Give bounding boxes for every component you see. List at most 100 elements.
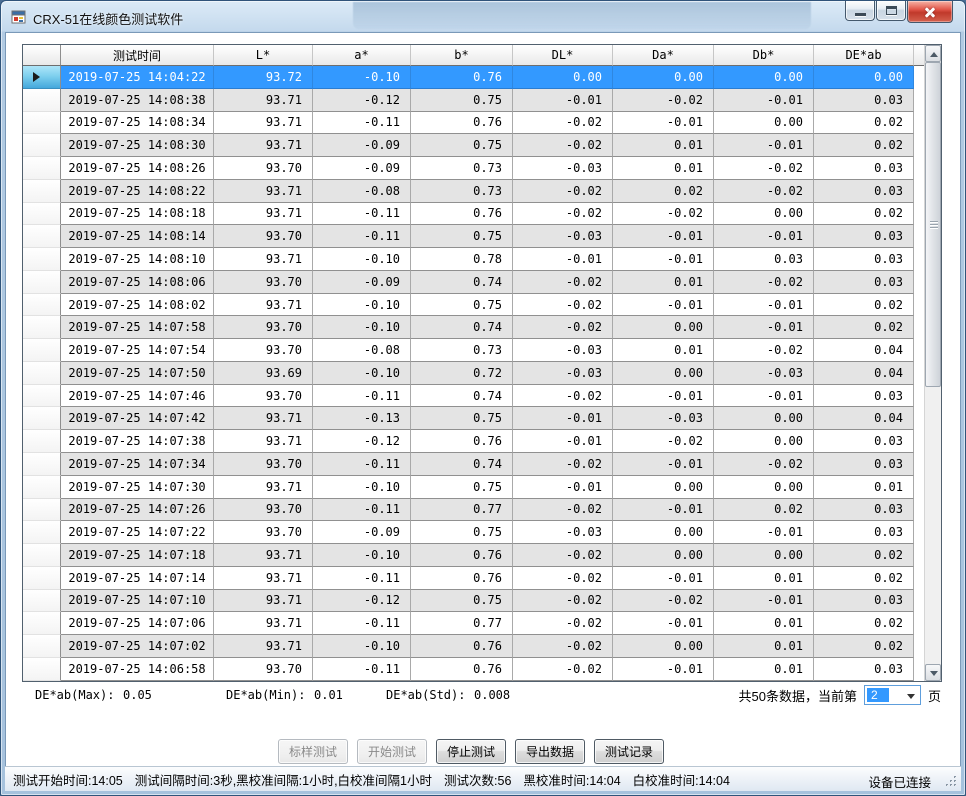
cell[interactable]: 0.77: [411, 612, 513, 635]
cell[interactable]: 93.71: [214, 89, 313, 112]
cell[interactable]: 0.00: [513, 66, 613, 89]
cell[interactable]: 2019-07-25 14:08:02: [61, 294, 214, 317]
row-selector[interactable]: [23, 430, 61, 453]
row-selector[interactable]: [23, 134, 61, 157]
cell[interactable]: 0.00: [714, 203, 814, 226]
minimize-icon[interactable]: [845, 1, 875, 21]
cell[interactable]: 93.70: [214, 499, 313, 522]
cell[interactable]: 0.03: [814, 248, 914, 271]
row-selector[interactable]: [23, 635, 61, 658]
cell[interactable]: 93.71: [214, 635, 313, 658]
cell[interactable]: 0.01: [613, 339, 714, 362]
cell[interactable]: -0.02: [513, 499, 613, 522]
cell[interactable]: 0.02: [814, 567, 914, 590]
cell[interactable]: -0.11: [313, 203, 411, 226]
cell[interactable]: -0.02: [513, 453, 613, 476]
row-selector[interactable]: [23, 521, 61, 544]
cell[interactable]: 93.70: [214, 385, 313, 408]
cell[interactable]: -0.02: [513, 658, 613, 681]
row-selector[interactable]: [23, 294, 61, 317]
row-selector[interactable]: [23, 453, 61, 476]
cell[interactable]: -0.01: [513, 89, 613, 112]
cell[interactable]: -0.11: [313, 612, 411, 635]
cell[interactable]: 0.02: [814, 203, 914, 226]
grid-corner-cell[interactable]: [23, 45, 61, 66]
cell[interactable]: 0.00: [613, 66, 714, 89]
cell[interactable]: -0.01: [714, 316, 814, 339]
cell[interactable]: -0.02: [513, 567, 613, 590]
cell[interactable]: -0.02: [513, 271, 613, 294]
cell[interactable]: -0.01: [613, 658, 714, 681]
cell[interactable]: -0.01: [714, 225, 814, 248]
cell[interactable]: 0.00: [714, 66, 814, 89]
cell[interactable]: 0.01: [714, 635, 814, 658]
cell[interactable]: -0.01: [714, 385, 814, 408]
cell[interactable]: 0.00: [613, 476, 714, 499]
cell[interactable]: 2019-07-25 14:07:34: [61, 453, 214, 476]
cell[interactable]: 0.74: [411, 453, 513, 476]
cell[interactable]: 0.00: [613, 635, 714, 658]
cell[interactable]: 0.01: [714, 658, 814, 681]
cell[interactable]: 2019-07-25 14:08:06: [61, 271, 214, 294]
cell[interactable]: -0.01: [714, 590, 814, 613]
cell[interactable]: -0.10: [313, 66, 411, 89]
cell[interactable]: 0.73: [411, 180, 513, 203]
cell[interactable]: -0.01: [513, 430, 613, 453]
cell[interactable]: -0.01: [714, 294, 814, 317]
cell[interactable]: 2019-07-25 14:08:34: [61, 112, 214, 135]
cell[interactable]: -0.03: [513, 339, 613, 362]
cell[interactable]: 0.75: [411, 521, 513, 544]
cell[interactable]: -0.02: [513, 112, 613, 135]
cell[interactable]: -0.02: [513, 635, 613, 658]
cell[interactable]: -0.12: [313, 89, 411, 112]
cell[interactable]: -0.01: [714, 521, 814, 544]
cell[interactable]: 0.03: [814, 658, 914, 681]
cell[interactable]: 0.03: [814, 385, 914, 408]
cell[interactable]: 0.76: [411, 635, 513, 658]
cell[interactable]: -0.11: [313, 658, 411, 681]
cell[interactable]: 0.02: [814, 294, 914, 317]
column-header-0[interactable]: 测试时间: [61, 45, 214, 66]
column-header-5[interactable]: Da*: [613, 45, 714, 66]
cell[interactable]: 93.70: [214, 453, 313, 476]
test-record-button[interactable]: 测试记录: [594, 739, 664, 764]
cell[interactable]: -0.02: [513, 180, 613, 203]
cell[interactable]: 0.76: [411, 430, 513, 453]
cell[interactable]: 2019-07-25 14:08:38: [61, 89, 214, 112]
cell[interactable]: -0.01: [613, 225, 714, 248]
cell[interactable]: 2019-07-25 14:08:18: [61, 203, 214, 226]
cell[interactable]: -0.03: [513, 521, 613, 544]
cell[interactable]: 93.71: [214, 294, 313, 317]
cell[interactable]: 0.74: [411, 316, 513, 339]
cell[interactable]: -0.01: [613, 248, 714, 271]
cell[interactable]: 93.71: [214, 180, 313, 203]
cell[interactable]: 2019-07-25 14:07:26: [61, 499, 214, 522]
column-header-6[interactable]: Db*: [714, 45, 814, 66]
scrollbar-thumb[interactable]: [925, 62, 941, 387]
cell[interactable]: -0.02: [513, 134, 613, 157]
cell[interactable]: -0.13: [313, 407, 411, 430]
cell[interactable]: 2019-07-25 14:07:46: [61, 385, 214, 408]
vertical-scrollbar[interactable]: [924, 45, 941, 681]
cell[interactable]: -0.02: [613, 89, 714, 112]
column-header-7[interactable]: DE*ab: [814, 45, 914, 66]
row-selector[interactable]: [23, 89, 61, 112]
cell[interactable]: -0.03: [613, 407, 714, 430]
cell[interactable]: 0.01: [814, 476, 914, 499]
cell[interactable]: 0.00: [714, 407, 814, 430]
cell[interactable]: -0.02: [613, 590, 714, 613]
row-selector[interactable]: [23, 499, 61, 522]
cell[interactable]: 0.02: [814, 635, 914, 658]
cell[interactable]: 93.71: [214, 112, 313, 135]
cell[interactable]: 0.76: [411, 658, 513, 681]
cell[interactable]: 0.00: [814, 66, 914, 89]
cell[interactable]: 0.00: [613, 521, 714, 544]
row-selector[interactable]: [23, 66, 61, 89]
cell[interactable]: 93.70: [214, 271, 313, 294]
cell[interactable]: 2019-07-25 14:07:58: [61, 316, 214, 339]
row-selector[interactable]: [23, 271, 61, 294]
row-selector[interactable]: [23, 112, 61, 135]
cell[interactable]: 2019-07-25 14:07:38: [61, 430, 214, 453]
cell[interactable]: 0.75: [411, 407, 513, 430]
cell[interactable]: -0.09: [313, 157, 411, 180]
